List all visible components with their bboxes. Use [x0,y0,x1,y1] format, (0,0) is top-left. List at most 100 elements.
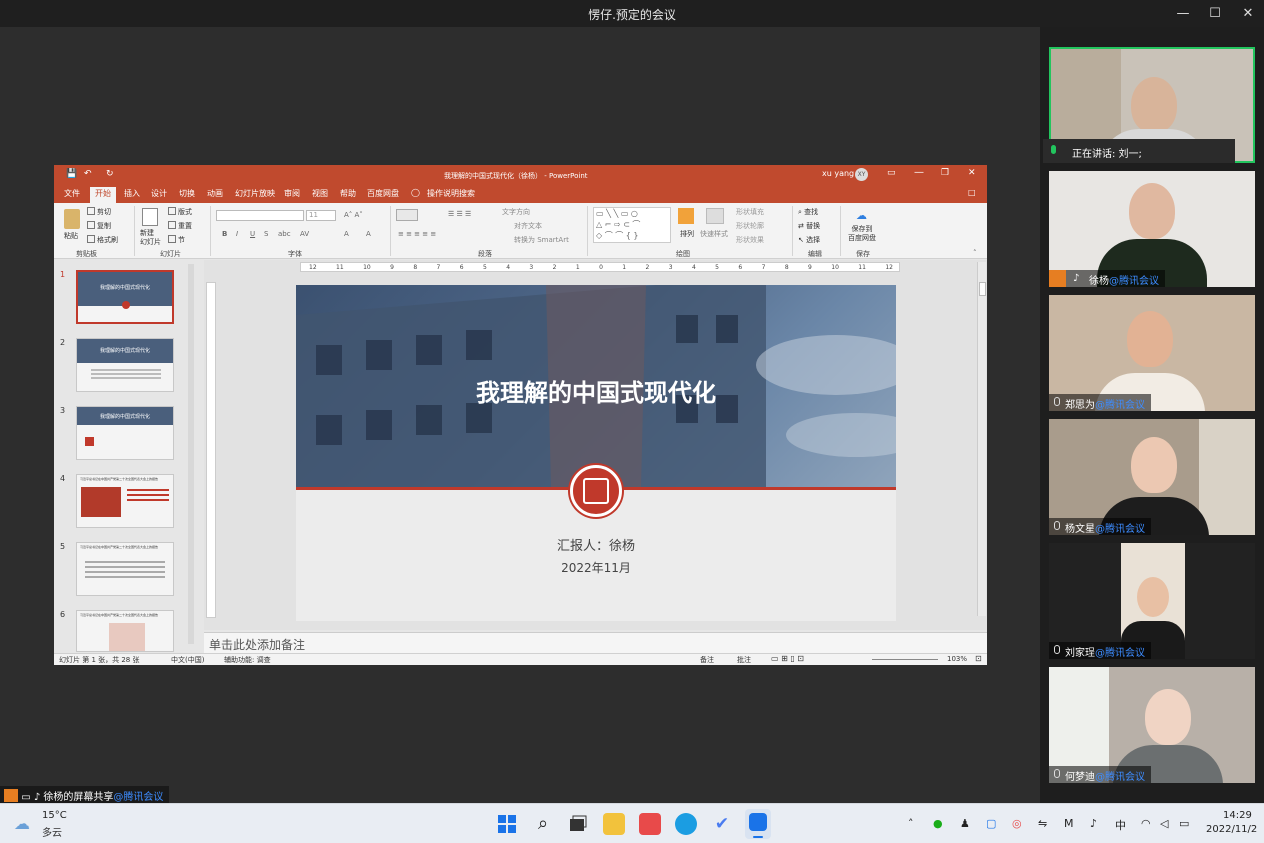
slide-thumbnail-3[interactable]: 我理解的中国式现代化 [76,406,174,460]
tab-view[interactable]: 视图 [312,188,328,199]
todo-icon[interactable]: ✔ [711,813,733,835]
quick-styles-icon[interactable] [706,208,724,224]
shape-outline-button[interactable]: 形状轮廓 [736,221,764,231]
edge-icon[interactable] [675,813,697,835]
participant-tile-5[interactable]: 刘家珵@腾讯会议 [1049,543,1255,659]
accessibility-status[interactable]: 辅助功能: 调查 [224,655,271,665]
notes-toggle[interactable]: 备注 [700,655,714,665]
new-slide-button[interactable]: 新建 幻灯片 [140,229,161,247]
meeting-tray-icon[interactable]: ▢ [986,817,996,830]
bullets-button[interactable] [396,209,418,221]
fit-slide-icon[interactable]: ⊡ [975,654,982,663]
comment-icon[interactable]: □ [968,188,976,197]
notes-pane[interactable]: 单击此处添加备注 [204,632,987,653]
indent-buttons[interactable]: ☰ ☰ ☰ [448,210,471,218]
paste-button[interactable]: 粘贴 [64,231,78,241]
slide-title[interactable]: 我理解的中国式现代化 [296,373,896,408]
participant-tile-2[interactable]: ♪ 徐杨@腾讯会议 [1049,171,1255,287]
wechat-icon[interactable]: ● [933,817,943,830]
spacing-button[interactable]: AV [300,230,309,238]
arrange-icon[interactable] [678,208,694,224]
copy-button[interactable]: 复制 [87,221,111,231]
tab-design[interactable]: 设计 [151,188,167,199]
canvas-scrollbar[interactable] [977,262,986,616]
align-text-button[interactable]: 对齐文本 [514,221,542,231]
ppt-restore-button[interactable]: ❐ [941,168,949,178]
format-painter-button[interactable]: 格式刷 [87,235,118,245]
select-button[interactable]: ↖ 选择 [798,235,820,245]
participant-tile-6[interactable]: 何梦迪@腾讯会议 [1049,667,1255,783]
bold-button[interactable]: B [222,230,227,238]
current-slide[interactable]: 我理解的中国式现代化 汇报人：徐杨 2022年11月 [296,285,896,621]
reset-button[interactable]: 重置 [168,221,192,231]
zoom-slider[interactable] [872,659,938,660]
arrange-button[interactable]: 排列 [680,229,694,239]
slide-thumbnail-1[interactable]: 我理解的中国式现代化 [76,270,174,324]
grow-font-button[interactable]: A˄ A˅ [344,211,363,219]
tab-review[interactable]: 审阅 [284,188,300,199]
collapse-ribbon-icon[interactable]: ˄ [973,249,977,257]
convert-smartart-button[interactable]: 转换为 SmartArt [514,235,569,245]
normal-view-icon[interactable]: ▭ ⊞ ▯ ⊡ [771,654,804,663]
tab-baidu[interactable]: 百度网盘 [367,188,399,199]
language-status[interactable]: 中文(中国) [171,655,204,665]
participant-tile-4[interactable]: 杨文星@腾讯会议 [1049,419,1255,535]
tray-app-icon[interactable]: ◎ [1012,817,1022,830]
tab-transitions[interactable]: 切换 [179,188,195,199]
volume-icon[interactable]: ◁ [1160,817,1168,830]
align-buttons[interactable]: ≡ ≡ ≡ ≡ ≡ [398,230,436,238]
highlight-button[interactable]: A [366,230,371,238]
ppt-minimize-button[interactable]: — [914,167,924,178]
slide-thumbnail-4[interactable]: 习近平总书记在中国共产党第二十次全国代表大会上的报告 [76,474,174,528]
slide-date[interactable]: 2022年11月 [296,559,896,576]
tab-animations[interactable]: 动画 [207,188,223,199]
cut-button[interactable]: 剪切 [87,207,111,217]
slide-reporter[interactable]: 汇报人：徐杨 [296,535,896,554]
tray-mail-icon[interactable]: M [1064,817,1074,830]
microphone-icon[interactable]: ♪ [1090,817,1097,830]
quick-styles-button[interactable]: 快速样式 [700,229,728,239]
find-button[interactable]: ⌕ 查找 [798,207,818,217]
paste-icon[interactable] [64,209,80,229]
slide-thumbnail-2[interactable]: 我理解的中国式现代化 [76,338,174,392]
close-button[interactable]: ✕ [1231,0,1264,27]
save-icon[interactable]: 💾 [66,169,77,179]
new-slide-icon[interactable] [142,208,158,226]
underline-button[interactable]: U [250,230,255,238]
layout-button[interactable]: 版式 [168,207,192,217]
italic-button[interactable]: I [236,230,238,238]
start-icon[interactable] [496,813,518,835]
file-explorer-icon[interactable] [603,813,625,835]
tell-me-search[interactable]: 操作说明搜索 [427,188,475,199]
qq-icon[interactable]: ♟ [960,817,970,830]
clock-time[interactable]: 14:29 [1223,810,1252,821]
clock-date[interactable]: 2022/11/2 [1206,824,1257,835]
tray-overflow-icon[interactable]: ˄ [908,817,914,830]
baidu-cloud-icon[interactable]: ☁ [856,209,867,222]
maximize-button[interactable]: ☐ [1198,0,1232,27]
weather-cloud-icon[interactable]: ☁ [14,814,30,833]
participant-tile-3[interactable]: 郑思为@腾讯会议 [1049,295,1255,411]
tab-file[interactable]: 文件 [64,188,80,199]
battery-icon[interactable]: ▭ [1179,817,1189,830]
weather-temp[interactable]: 15°C [42,810,67,821]
app-icon[interactable] [639,813,661,835]
tray-settings-icon[interactable]: ⇋ [1038,817,1047,830]
undo-icon[interactable]: ↶ [84,169,92,179]
tab-slideshow[interactable]: 幻灯片放映 [235,188,275,199]
replace-button[interactable]: ⇄ 替换 [798,221,820,231]
section-button[interactable]: 节 [168,235,185,245]
redo-icon[interactable]: ↻ [106,169,114,179]
weather-desc[interactable]: 多云 [42,824,62,839]
font-color-button[interactable]: A [344,230,349,238]
strikethrough-button[interactable]: abc [278,230,291,238]
task-view-icon[interactable] [567,813,589,835]
slide-thumbnail-5[interactable]: 习近平总书记在中国共产党第二十次全国代表大会上的报告 [76,542,174,596]
text-direction-button[interactable]: 文字方向 [502,207,530,217]
thumbs-scrollbar[interactable] [188,264,194,644]
slide-thumbnail-6[interactable]: 习近平总书记在中国共产党第二十次全国代表大会上的报告 [76,610,174,652]
ime-indicator[interactable]: 中 [1115,817,1126,833]
save-to-baidu-button[interactable]: 保存到 百度网盘 [848,225,876,243]
tab-insert[interactable]: 插入 [124,188,140,199]
notes-placeholder[interactable]: 单击此处添加备注 [209,636,305,653]
